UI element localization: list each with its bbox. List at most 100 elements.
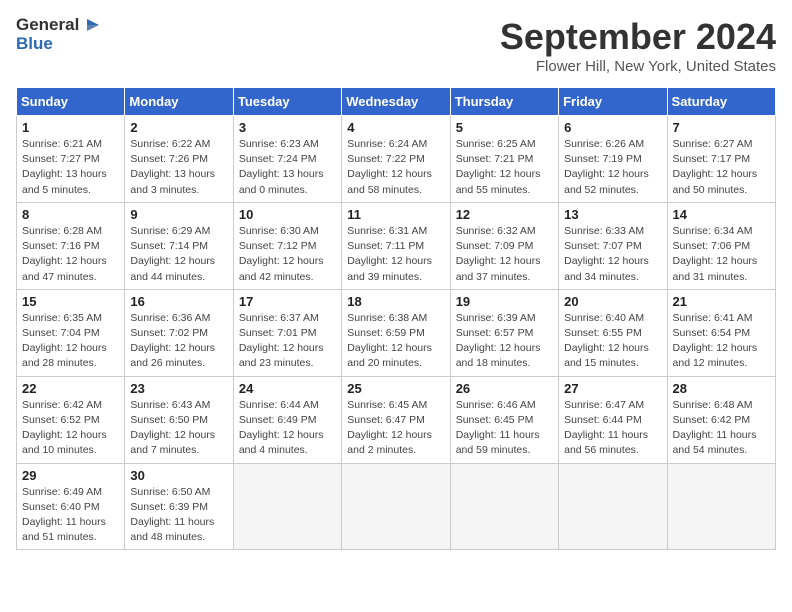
logo-blue-text: Blue bbox=[16, 35, 53, 54]
day-number: 7 bbox=[673, 120, 770, 135]
day-number: 27 bbox=[564, 381, 661, 396]
calendar-day-cell: 22 Sunrise: 6:42 AM Sunset: 6:52 PM Dayl… bbox=[17, 376, 125, 463]
calendar-day-cell: 9 Sunrise: 6:29 AM Sunset: 7:14 PM Dayli… bbox=[125, 202, 233, 289]
day-info: Sunrise: 6:33 AM Sunset: 7:07 PM Dayligh… bbox=[564, 224, 661, 285]
day-number: 14 bbox=[673, 207, 770, 222]
day-number: 23 bbox=[130, 381, 227, 396]
logo-general-text: General bbox=[16, 16, 79, 35]
day-number: 25 bbox=[347, 381, 444, 396]
day-number: 9 bbox=[130, 207, 227, 222]
weekday-header: Wednesday bbox=[342, 88, 450, 116]
calendar-day-cell: 28 Sunrise: 6:48 AM Sunset: 6:42 PM Dayl… bbox=[667, 376, 775, 463]
day-number: 20 bbox=[564, 294, 661, 309]
calendar-week-row: 29 Sunrise: 6:49 AM Sunset: 6:40 PM Dayl… bbox=[17, 463, 776, 550]
calendar-day-cell bbox=[342, 463, 450, 550]
title-block: September 2024 Flower Hill, New York, Un… bbox=[500, 16, 776, 75]
day-number: 4 bbox=[347, 120, 444, 135]
day-info: Sunrise: 6:35 AM Sunset: 7:04 PM Dayligh… bbox=[22, 311, 119, 372]
logo-bird-icon bbox=[81, 18, 99, 32]
day-info: Sunrise: 6:44 AM Sunset: 6:49 PM Dayligh… bbox=[239, 398, 336, 459]
day-info: Sunrise: 6:32 AM Sunset: 7:09 PM Dayligh… bbox=[456, 224, 553, 285]
calendar-day-cell: 10 Sunrise: 6:30 AM Sunset: 7:12 PM Dayl… bbox=[233, 202, 341, 289]
day-info: Sunrise: 6:48 AM Sunset: 6:42 PM Dayligh… bbox=[673, 398, 770, 459]
calendar-day-cell: 4 Sunrise: 6:24 AM Sunset: 7:22 PM Dayli… bbox=[342, 116, 450, 203]
day-number: 5 bbox=[456, 120, 553, 135]
calendar-day-cell: 23 Sunrise: 6:43 AM Sunset: 6:50 PM Dayl… bbox=[125, 376, 233, 463]
day-info: Sunrise: 6:36 AM Sunset: 7:02 PM Dayligh… bbox=[130, 311, 227, 372]
day-info: Sunrise: 6:39 AM Sunset: 6:57 PM Dayligh… bbox=[456, 311, 553, 372]
calendar-header-row: SundayMondayTuesdayWednesdayThursdayFrid… bbox=[17, 88, 776, 116]
day-number: 19 bbox=[456, 294, 553, 309]
month-title: September 2024 bbox=[500, 16, 776, 58]
day-number: 10 bbox=[239, 207, 336, 222]
day-info: Sunrise: 6:50 AM Sunset: 6:39 PM Dayligh… bbox=[130, 485, 227, 546]
day-number: 17 bbox=[239, 294, 336, 309]
day-number: 8 bbox=[22, 207, 119, 222]
day-number: 24 bbox=[239, 381, 336, 396]
day-info: Sunrise: 6:28 AM Sunset: 7:16 PM Dayligh… bbox=[22, 224, 119, 285]
calendar-day-cell bbox=[667, 463, 775, 550]
calendar-week-row: 1 Sunrise: 6:21 AM Sunset: 7:27 PM Dayli… bbox=[17, 116, 776, 203]
day-info: Sunrise: 6:38 AM Sunset: 6:59 PM Dayligh… bbox=[347, 311, 444, 372]
weekday-header: Monday bbox=[125, 88, 233, 116]
calendar-day-cell: 21 Sunrise: 6:41 AM Sunset: 6:54 PM Dayl… bbox=[667, 289, 775, 376]
day-info: Sunrise: 6:43 AM Sunset: 6:50 PM Dayligh… bbox=[130, 398, 227, 459]
day-info: Sunrise: 6:45 AM Sunset: 6:47 PM Dayligh… bbox=[347, 398, 444, 459]
calendar-day-cell: 27 Sunrise: 6:47 AM Sunset: 6:44 PM Dayl… bbox=[559, 376, 667, 463]
day-info: Sunrise: 6:30 AM Sunset: 7:12 PM Dayligh… bbox=[239, 224, 336, 285]
day-info: Sunrise: 6:21 AM Sunset: 7:27 PM Dayligh… bbox=[22, 137, 119, 198]
calendar-day-cell bbox=[559, 463, 667, 550]
day-number: 13 bbox=[564, 207, 661, 222]
day-number: 15 bbox=[22, 294, 119, 309]
day-info: Sunrise: 6:42 AM Sunset: 6:52 PM Dayligh… bbox=[22, 398, 119, 459]
calendar-day-cell: 2 Sunrise: 6:22 AM Sunset: 7:26 PM Dayli… bbox=[125, 116, 233, 203]
day-info: Sunrise: 6:49 AM Sunset: 6:40 PM Dayligh… bbox=[22, 485, 119, 546]
day-info: Sunrise: 6:34 AM Sunset: 7:06 PM Dayligh… bbox=[673, 224, 770, 285]
calendar-day-cell: 26 Sunrise: 6:46 AM Sunset: 6:45 PM Dayl… bbox=[450, 376, 558, 463]
calendar-day-cell: 25 Sunrise: 6:45 AM Sunset: 6:47 PM Dayl… bbox=[342, 376, 450, 463]
day-number: 2 bbox=[130, 120, 227, 135]
calendar-day-cell: 20 Sunrise: 6:40 AM Sunset: 6:55 PM Dayl… bbox=[559, 289, 667, 376]
weekday-header: Tuesday bbox=[233, 88, 341, 116]
day-info: Sunrise: 6:27 AM Sunset: 7:17 PM Dayligh… bbox=[673, 137, 770, 198]
day-number: 22 bbox=[22, 381, 119, 396]
logo: General Blue bbox=[16, 16, 99, 53]
calendar-day-cell: 7 Sunrise: 6:27 AM Sunset: 7:17 PM Dayli… bbox=[667, 116, 775, 203]
location-title: Flower Hill, New York, United States bbox=[500, 58, 776, 75]
day-number: 16 bbox=[130, 294, 227, 309]
day-number: 28 bbox=[673, 381, 770, 396]
day-info: Sunrise: 6:26 AM Sunset: 7:19 PM Dayligh… bbox=[564, 137, 661, 198]
day-number: 21 bbox=[673, 294, 770, 309]
day-info: Sunrise: 6:22 AM Sunset: 7:26 PM Dayligh… bbox=[130, 137, 227, 198]
calendar-day-cell: 29 Sunrise: 6:49 AM Sunset: 6:40 PM Dayl… bbox=[17, 463, 125, 550]
weekday-header: Sunday bbox=[17, 88, 125, 116]
day-number: 12 bbox=[456, 207, 553, 222]
calendar-day-cell: 13 Sunrise: 6:33 AM Sunset: 7:07 PM Dayl… bbox=[559, 202, 667, 289]
calendar-day-cell bbox=[233, 463, 341, 550]
calendar-day-cell: 30 Sunrise: 6:50 AM Sunset: 6:39 PM Dayl… bbox=[125, 463, 233, 550]
day-number: 26 bbox=[456, 381, 553, 396]
day-number: 3 bbox=[239, 120, 336, 135]
day-info: Sunrise: 6:25 AM Sunset: 7:21 PM Dayligh… bbox=[456, 137, 553, 198]
calendar-day-cell: 11 Sunrise: 6:31 AM Sunset: 7:11 PM Dayl… bbox=[342, 202, 450, 289]
calendar-week-row: 8 Sunrise: 6:28 AM Sunset: 7:16 PM Dayli… bbox=[17, 202, 776, 289]
calendar-week-row: 22 Sunrise: 6:42 AM Sunset: 6:52 PM Dayl… bbox=[17, 376, 776, 463]
calendar-day-cell: 8 Sunrise: 6:28 AM Sunset: 7:16 PM Dayli… bbox=[17, 202, 125, 289]
calendar-day-cell: 16 Sunrise: 6:36 AM Sunset: 7:02 PM Dayl… bbox=[125, 289, 233, 376]
calendar-day-cell: 3 Sunrise: 6:23 AM Sunset: 7:24 PM Dayli… bbox=[233, 116, 341, 203]
calendar-day-cell bbox=[450, 463, 558, 550]
day-number: 11 bbox=[347, 207, 444, 222]
calendar-week-row: 15 Sunrise: 6:35 AM Sunset: 7:04 PM Dayl… bbox=[17, 289, 776, 376]
day-info: Sunrise: 6:37 AM Sunset: 7:01 PM Dayligh… bbox=[239, 311, 336, 372]
day-number: 30 bbox=[130, 468, 227, 483]
day-info: Sunrise: 6:41 AM Sunset: 6:54 PM Dayligh… bbox=[673, 311, 770, 372]
calendar-table: SundayMondayTuesdayWednesdayThursdayFrid… bbox=[16, 87, 776, 550]
day-info: Sunrise: 6:40 AM Sunset: 6:55 PM Dayligh… bbox=[564, 311, 661, 372]
calendar-day-cell: 12 Sunrise: 6:32 AM Sunset: 7:09 PM Dayl… bbox=[450, 202, 558, 289]
day-info: Sunrise: 6:24 AM Sunset: 7:22 PM Dayligh… bbox=[347, 137, 444, 198]
day-info: Sunrise: 6:46 AM Sunset: 6:45 PM Dayligh… bbox=[456, 398, 553, 459]
calendar-day-cell: 6 Sunrise: 6:26 AM Sunset: 7:19 PM Dayli… bbox=[559, 116, 667, 203]
weekday-header: Friday bbox=[559, 88, 667, 116]
day-number: 6 bbox=[564, 120, 661, 135]
day-number: 29 bbox=[22, 468, 119, 483]
